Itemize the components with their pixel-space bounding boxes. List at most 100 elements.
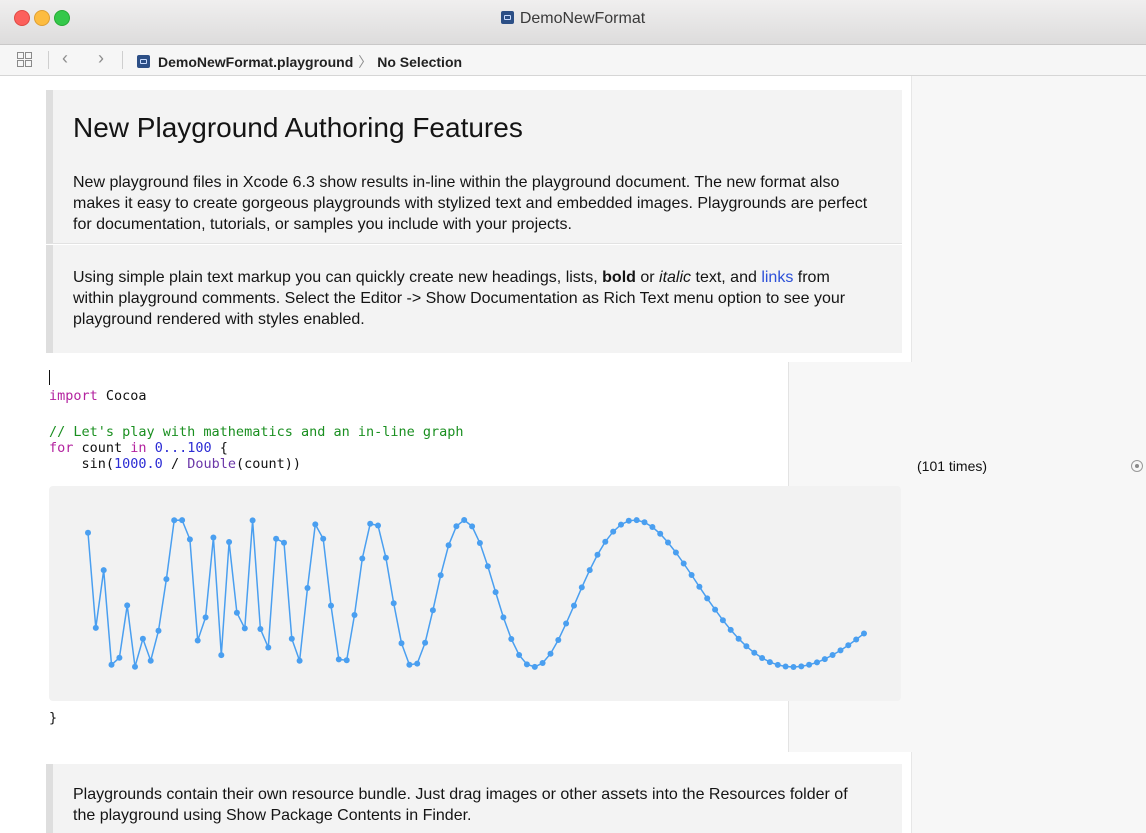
breadcrumb-file[interactable]: DemoNewFormat.playground bbox=[158, 54, 353, 70]
inline-result-graph[interactable] bbox=[49, 486, 901, 701]
graph-point bbox=[116, 654, 123, 661]
doc-comment-block: Using simple plain text markup you can q… bbox=[46, 245, 902, 353]
graph-point bbox=[328, 602, 334, 609]
graph-point bbox=[312, 521, 319, 528]
graph-point bbox=[147, 657, 154, 664]
graph-point bbox=[798, 663, 805, 670]
text-run: Using simple plain text markup you can q… bbox=[73, 269, 603, 286]
graph-point bbox=[633, 517, 640, 524]
back-chevron-icon[interactable]: ‹ bbox=[62, 48, 68, 69]
text-run: text, and bbox=[691, 269, 762, 286]
graph-point bbox=[367, 520, 374, 527]
keyword: for bbox=[49, 440, 74, 456]
graph-point bbox=[92, 624, 99, 631]
graph-point bbox=[484, 563, 491, 570]
graph-point bbox=[461, 517, 468, 523]
graph-point bbox=[139, 635, 146, 642]
graph-point bbox=[288, 635, 295, 642]
graph-point bbox=[531, 663, 538, 670]
graph-point bbox=[249, 517, 256, 524]
text-cursor bbox=[49, 370, 50, 385]
type-name: Double bbox=[187, 456, 236, 472]
graph-point bbox=[641, 519, 648, 526]
brace: } bbox=[49, 710, 58, 726]
graph-point bbox=[194, 637, 201, 644]
graph-point bbox=[359, 555, 366, 562]
graph-point bbox=[155, 627, 162, 634]
graph-point bbox=[594, 551, 601, 558]
jump-bar: ‹ › DemoNewFormat.playground 〉 No Selectio… bbox=[0, 45, 1146, 76]
graph-point bbox=[657, 530, 664, 537]
graph-point bbox=[476, 540, 483, 546]
graph-point bbox=[320, 535, 327, 542]
graph-point bbox=[414, 660, 421, 667]
graph-point bbox=[257, 626, 264, 632]
graph-point bbox=[555, 637, 562, 643]
graph-point bbox=[563, 620, 570, 627]
graph-point bbox=[578, 584, 585, 591]
graph-point bbox=[735, 635, 742, 642]
doc-link[interactable]: links bbox=[761, 269, 793, 286]
breadcrumb-selection[interactable]: No Selection bbox=[377, 54, 462, 70]
playground-editor[interactable]: New Playground Authoring Features New pl… bbox=[0, 76, 1146, 833]
related-items-grid-icon[interactable] bbox=[17, 52, 33, 68]
identifier: sin( bbox=[49, 456, 115, 472]
graph-point bbox=[719, 617, 726, 624]
graph-point bbox=[100, 567, 107, 574]
result-value: (101 times) bbox=[917, 458, 988, 474]
graph-point bbox=[523, 661, 530, 668]
code-line-call: sin(1000.0 / Double(count)) bbox=[49, 456, 302, 472]
graph-point bbox=[508, 636, 515, 642]
code-line-for: for count in 0...100 { bbox=[49, 440, 228, 456]
graph-point bbox=[571, 602, 577, 609]
graph-point bbox=[406, 661, 413, 668]
graph-point bbox=[861, 630, 867, 637]
graph-point bbox=[163, 576, 170, 583]
doc-paragraph: Playgrounds contain their own resource b… bbox=[73, 786, 848, 824]
graph-point bbox=[343, 657, 350, 664]
graph-point bbox=[500, 614, 507, 621]
quick-look-eye-icon[interactable] bbox=[1131, 460, 1143, 472]
graph-point bbox=[727, 626, 734, 633]
breadcrumb-chevron-icon: 〉 bbox=[358, 54, 373, 70]
graph-point bbox=[171, 517, 178, 524]
graph-point bbox=[704, 595, 711, 602]
graph-point bbox=[429, 607, 436, 614]
graph-plot bbox=[85, 517, 867, 670]
results-sidebar bbox=[911, 76, 1146, 833]
graph-point bbox=[696, 583, 703, 590]
identifier: (count)) bbox=[235, 456, 302, 472]
graph-point bbox=[516, 652, 523, 658]
graph-point bbox=[539, 660, 546, 666]
graph-point bbox=[186, 536, 193, 543]
graph-point bbox=[829, 652, 836, 658]
forward-chevron-icon[interactable]: › bbox=[98, 48, 104, 69]
nav-separator bbox=[122, 51, 123, 69]
graph-point bbox=[273, 535, 280, 542]
graph-point bbox=[586, 567, 593, 574]
code-line-import: import Cocoa bbox=[49, 388, 147, 404]
graph-point bbox=[790, 664, 797, 670]
doc-heading: New Playground Authoring Features bbox=[73, 112, 523, 143]
graph-point bbox=[453, 523, 460, 530]
graph-point bbox=[233, 609, 240, 616]
doc-comment-block: New Playground Authoring Features New pl… bbox=[46, 90, 902, 244]
graph-point bbox=[218, 652, 225, 659]
graph-point bbox=[124, 602, 131, 609]
graph-point bbox=[281, 539, 287, 546]
graph-point bbox=[845, 642, 852, 649]
title-bar: DemoNewFormat bbox=[0, 0, 1146, 45]
bold-text: bold bbox=[602, 269, 636, 286]
graph-point bbox=[108, 661, 115, 668]
operator: / bbox=[162, 456, 188, 472]
graph-point bbox=[85, 529, 91, 536]
playground-file-icon bbox=[500, 11, 514, 24]
graph-point bbox=[712, 606, 719, 613]
graph-point bbox=[375, 522, 381, 529]
code-comment: // Let's play with mathematics and an in… bbox=[49, 424, 464, 440]
identifier: count bbox=[73, 440, 131, 456]
graph-point bbox=[782, 663, 789, 670]
graph-point bbox=[469, 523, 476, 530]
graph-point bbox=[625, 517, 632, 524]
graph-point bbox=[304, 585, 311, 591]
